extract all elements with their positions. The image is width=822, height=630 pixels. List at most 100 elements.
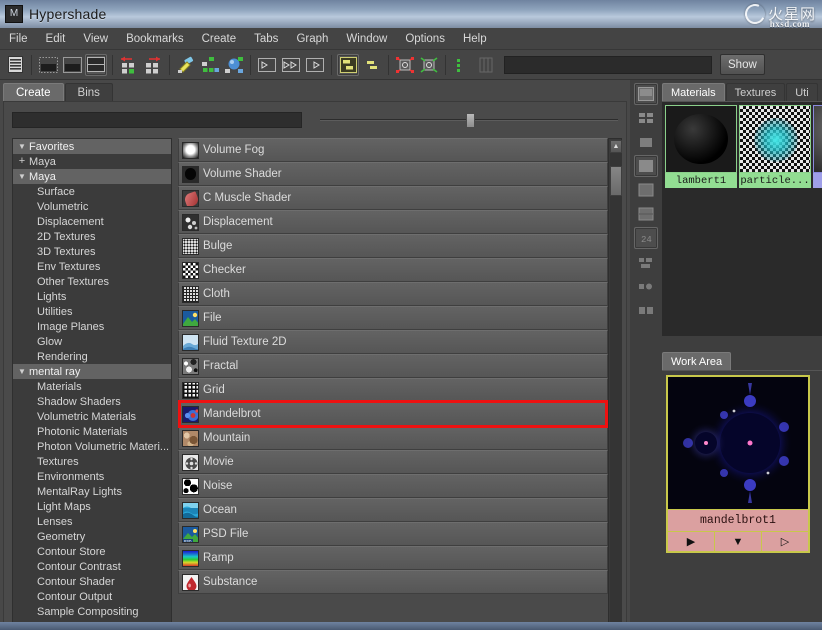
render-all-icon[interactable] bbox=[418, 54, 440, 76]
tree-item-2d-textures[interactable]: 2D Textures bbox=[13, 229, 171, 244]
node-output-port[interactable]: ▷ bbox=[761, 532, 808, 551]
render-node-list-icon[interactable] bbox=[4, 54, 26, 76]
menu-graph[interactable]: Graph bbox=[288, 31, 336, 47]
show-connections-icon[interactable] bbox=[634, 275, 658, 297]
clear-graph-icon[interactable] bbox=[175, 54, 197, 76]
node-filter-input[interactable] bbox=[12, 112, 302, 128]
node-type-row[interactable]: Movie bbox=[178, 450, 608, 474]
tree-item-mental-ray[interactable]: ▼ mental ray bbox=[13, 364, 171, 379]
tab-bins[interactable]: Bins bbox=[64, 83, 113, 101]
tree-item-light-maps[interactable]: Light Maps bbox=[13, 499, 171, 514]
slider-thumb[interactable] bbox=[466, 113, 475, 128]
extra-tool-icon[interactable] bbox=[451, 54, 473, 76]
tree-item-photon-volumetric-materi[interactable]: Photon Volumetric Materi... bbox=[13, 439, 171, 454]
tree-item-surface[interactable]: Surface bbox=[13, 184, 171, 199]
tab-create[interactable]: Create bbox=[3, 83, 64, 101]
menu-file[interactable]: File bbox=[1, 31, 36, 47]
large-swatch-icon[interactable] bbox=[634, 179, 658, 201]
tree-item-env-textures[interactable]: Env Textures bbox=[13, 259, 171, 274]
node-type-row[interactable]: Volume Fog bbox=[178, 138, 608, 162]
tree-item-maya[interactable]: ▼ Maya bbox=[13, 169, 171, 184]
tree-item-environments[interactable]: Environments bbox=[13, 469, 171, 484]
node-type-row[interactable]: Fluid Texture 2D bbox=[178, 330, 608, 354]
swatch-particle-cloud[interactable]: particle... bbox=[739, 105, 811, 188]
node-type-row[interactable]: Displacement bbox=[178, 210, 608, 234]
show-bottom-tabs-only-icon[interactable] bbox=[61, 54, 83, 76]
expand-plus-icon[interactable]: + bbox=[15, 156, 29, 167]
chevron-down-icon[interactable]: ▼ bbox=[15, 172, 29, 181]
tree-item-contour-shader[interactable]: Contour Shader bbox=[13, 574, 171, 589]
tree-item-materials[interactable]: Materials bbox=[13, 379, 171, 394]
tree-item-lenses[interactable]: Lenses bbox=[13, 514, 171, 529]
rearrange-graph-icon[interactable] bbox=[199, 54, 221, 76]
node-type-row[interactable]: Cloth bbox=[178, 282, 608, 306]
search-input[interactable] bbox=[504, 55, 712, 74]
show-top-tabs-only-icon[interactable] bbox=[37, 54, 59, 76]
input-output-connections-icon[interactable] bbox=[223, 54, 245, 76]
menu-create[interactable]: Create bbox=[194, 31, 245, 47]
node-card-mandelbrot1[interactable]: mandelbrot1 ▶ ▼ ▷ bbox=[666, 375, 810, 553]
scrollbar-thumb[interactable] bbox=[610, 166, 622, 196]
chevron-down-icon[interactable]: ▼ bbox=[15, 367, 29, 376]
tree-item-lights[interactable]: Lights bbox=[13, 289, 171, 304]
node-type-row[interactable]: Grid bbox=[178, 378, 608, 402]
node-type-row[interactable]: Ocean bbox=[178, 498, 608, 522]
show-upstream-icon[interactable] bbox=[337, 53, 359, 76]
tree-item-favorites[interactable]: ▼ Favorites bbox=[13, 139, 171, 154]
tree-item-contour-contrast[interactable]: Contour Contrast bbox=[13, 559, 171, 574]
tree-item-displacement[interactable]: Displacement bbox=[13, 214, 171, 229]
swatch-shader[interactable]: s bbox=[813, 105, 822, 188]
menu-options[interactable]: Options bbox=[397, 31, 453, 47]
show-button[interactable]: Show bbox=[720, 54, 765, 75]
duplicate-icon[interactable] bbox=[634, 299, 658, 321]
tree-item-contour-output[interactable]: Contour Output bbox=[13, 589, 171, 604]
menu-window[interactable]: Window bbox=[338, 31, 395, 47]
swatch-lambert1[interactable]: lambert1 bbox=[665, 105, 737, 188]
menu-help[interactable]: Help bbox=[455, 31, 495, 47]
sort-by-name-icon[interactable] bbox=[634, 83, 658, 105]
small-swatch-icon[interactable] bbox=[634, 131, 658, 153]
tree-item-glow[interactable]: Glow bbox=[13, 334, 171, 349]
input-output-icon[interactable] bbox=[280, 54, 302, 76]
node-input-port[interactable]: ▶ bbox=[668, 532, 714, 551]
node-type-row[interactable]: Substance bbox=[178, 570, 608, 594]
node-type-row[interactable]: Ramp bbox=[178, 546, 608, 570]
tree-item-photonic-materials[interactable]: Photonic Materials bbox=[13, 424, 171, 439]
node-type-row[interactable]: Mountain bbox=[178, 426, 608, 450]
move-tab-left-icon[interactable] bbox=[118, 54, 140, 76]
filter-nodes-icon[interactable] bbox=[634, 251, 658, 273]
node-type-row[interactable]: Checker bbox=[178, 258, 608, 282]
node-type-row[interactable]: Bulge bbox=[178, 234, 608, 258]
menu-tabs[interactable]: Tabs bbox=[246, 31, 286, 47]
node-type-row[interactable]: C Muscle Shader bbox=[178, 186, 608, 210]
scroll-up-button[interactable]: ▲ bbox=[610, 140, 622, 153]
work-area[interactable]: mandelbrot1 ▶ ▼ ▷ bbox=[662, 370, 822, 630]
grid-view-icon[interactable] bbox=[634, 107, 658, 129]
input-connections-icon[interactable] bbox=[256, 54, 278, 76]
output-connections-icon[interactable] bbox=[304, 54, 326, 76]
menu-bookmarks[interactable]: Bookmarks bbox=[118, 31, 192, 47]
tab-textures[interactable]: Textures bbox=[725, 83, 786, 101]
tree-item-3d-textures[interactable]: 3D Textures bbox=[13, 244, 171, 259]
swatch-count-icon[interactable]: 24 bbox=[634, 227, 658, 249]
node-type-row[interactable]: File bbox=[178, 306, 608, 330]
tree-item-volumetric-materials[interactable]: Volumetric Materials bbox=[13, 409, 171, 424]
tab-utilities[interactable]: Uti bbox=[786, 83, 818, 101]
grid-tool-icon[interactable] bbox=[475, 54, 497, 76]
tree-item-image-planes[interactable]: Image Planes bbox=[13, 319, 171, 334]
tree-item-textures[interactable]: Textures bbox=[13, 454, 171, 469]
node-type-list[interactable]: Volume Fog Volume Shader C Muscle Shader Di… bbox=[178, 138, 608, 630]
chevron-down-icon[interactable]: ▼ bbox=[15, 142, 29, 151]
tab-work-area[interactable]: Work Area bbox=[662, 352, 732, 370]
move-tab-right-icon[interactable] bbox=[142, 54, 164, 76]
node-category-tree[interactable]: ▼ Favorites + Maya ▼ Maya Surface Volumetric Dis… bbox=[12, 138, 172, 630]
tree-item-other-textures[interactable]: Other Textures bbox=[13, 274, 171, 289]
tree-item-maya[interactable]: + Maya bbox=[13, 154, 171, 169]
node-list-scrollbar[interactable]: ▲ ▲ ▼ bbox=[608, 138, 622, 630]
node-type-row[interactable]: PSD PSD File bbox=[178, 522, 608, 546]
material-swatch-area[interactable]: lambert1 particle... s bbox=[662, 101, 822, 336]
tree-item-volumetric[interactable]: Volumetric bbox=[13, 199, 171, 214]
node-expand-port[interactable]: ▼ bbox=[714, 532, 761, 551]
show-both-tabs-icon[interactable] bbox=[85, 53, 107, 76]
swatch-size-slider[interactable] bbox=[320, 112, 618, 128]
